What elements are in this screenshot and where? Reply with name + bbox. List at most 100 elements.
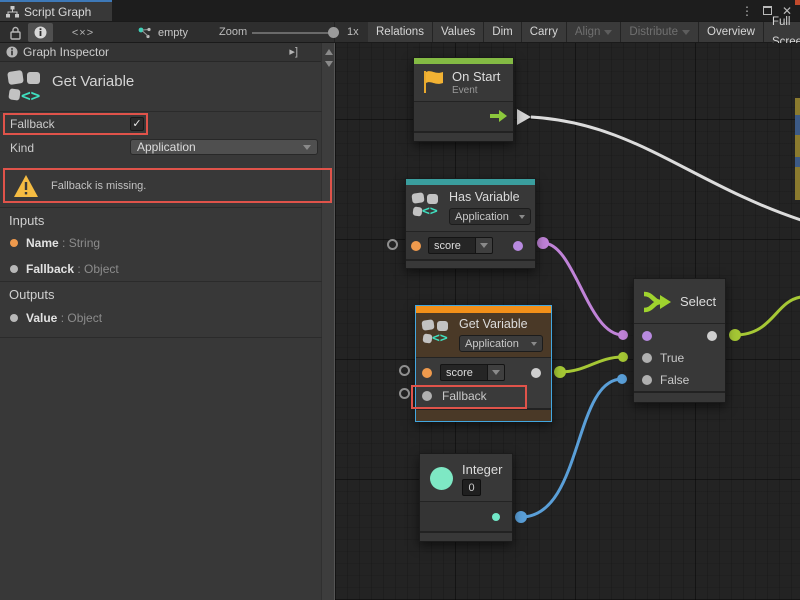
node-subtitle: Event (452, 85, 478, 96)
flow-arrowhead (517, 109, 531, 125)
variable-kind-dropdown[interactable]: Application (459, 335, 543, 352)
integer-type-icon (430, 467, 453, 490)
inputs-header: Inputs (9, 213, 44, 228)
node-select[interactable]: Select True False (633, 278, 726, 403)
tab-script-graph[interactable]: Script Graph (0, 0, 112, 21)
name-input-port[interactable] (411, 241, 421, 251)
node-title: Get Variable (459, 317, 528, 331)
variable-icon: <> (412, 192, 444, 226)
true-input-port[interactable] (642, 353, 652, 363)
warning-text: Fallback is missing. (51, 180, 146, 192)
variable-name-combo[interactable]: score (440, 364, 505, 381)
variable-icon: <> (422, 319, 454, 353)
variables-colorbar (416, 306, 551, 313)
kind-label: Kind (10, 141, 34, 155)
zoom-slider-handle[interactable] (328, 27, 339, 38)
port-dot (10, 239, 18, 247)
align-button: Align (567, 22, 622, 42)
graph-reference[interactable]: empty (138, 22, 188, 43)
node-title: Has Variable (449, 190, 520, 204)
node-get-variable[interactable]: <> Get Variable Application score Fallba… (415, 305, 552, 422)
node-on-start[interactable]: On Start Event (413, 57, 514, 142)
graph-toolbar: <×> empty Zoom 1x Relations Values Dim C… (0, 21, 800, 43)
inspector-title: Graph Inspector (23, 45, 109, 59)
graph-inspector-panel: Graph Inspector ▸] <> Get Variable Fallb… (0, 43, 335, 600)
select-merge-icon (642, 288, 672, 316)
maximize-icon[interactable] (763, 6, 772, 15)
name-input-port[interactable] (422, 368, 432, 378)
selection-output-port[interactable] (707, 331, 717, 341)
zoom-label: Zoom (219, 26, 247, 38)
chevron-down-icon (682, 30, 690, 35)
unconnected-port-ring[interactable] (399, 365, 410, 376)
chevron-down-icon (519, 215, 525, 219)
inspected-unit-title: Get Variable (52, 73, 134, 90)
unconnected-port-ring[interactable] (387, 239, 398, 250)
distribute-button: Distribute (621, 22, 699, 42)
value-output-port[interactable] (531, 368, 541, 378)
warning-box: Fallback is missing. (3, 168, 332, 203)
relations-button[interactable]: Relations (368, 22, 433, 42)
flag-icon (423, 70, 445, 94)
warning-icon (13, 174, 39, 198)
node-integer[interactable]: Integer 0 (419, 453, 513, 542)
node-title: Select (680, 294, 716, 309)
info-icon (6, 46, 18, 58)
zoom-value: 1x (347, 26, 359, 38)
values-button[interactable]: Values (433, 22, 484, 42)
full-screen-button[interactable]: Full Screen (764, 22, 800, 42)
node-title: On Start (452, 69, 500, 84)
offscreen-node-sliver (795, 98, 800, 200)
window-menu-icon[interactable]: ⋮ (741, 4, 753, 18)
input-row-name: Name : String (10, 236, 100, 250)
inspector-toggle-button[interactable] (28, 23, 53, 42)
overview-button[interactable]: Overview (699, 22, 764, 42)
unconnected-port-ring[interactable] (399, 388, 410, 399)
script-graph-window: Script Graph ⋮ ✕ (0, 0, 800, 600)
input-row-fallback: Fallback : Object (10, 262, 119, 276)
connection-wires (335, 43, 800, 600)
variable-icon: <> (8, 69, 48, 115)
chevron-down-icon (303, 145, 311, 150)
scroll-down-icon[interactable] (325, 61, 333, 67)
true-port-label: True (660, 351, 684, 365)
zoom-slider-track[interactable] (252, 32, 332, 34)
lock-icon[interactable] (6, 23, 24, 42)
false-input-port[interactable] (642, 375, 652, 385)
inspector-scrollbar[interactable] (321, 43, 334, 600)
port-dot (10, 265, 18, 273)
bool-output-port[interactable] (513, 241, 523, 251)
flow-output-port[interactable] (490, 110, 507, 122)
outputs-header: Outputs (9, 287, 55, 302)
code-view-icon[interactable]: <×> (68, 23, 98, 42)
chevron-down-icon (604, 30, 612, 35)
condition-input-port[interactable] (642, 331, 652, 341)
node-has-variable[interactable]: <> Has Variable Application score (405, 178, 536, 269)
variable-name-combo[interactable]: score (428, 237, 493, 254)
dock-icon[interactable]: ▸] (289, 45, 298, 58)
dim-button[interactable]: Dim (484, 22, 521, 42)
integer-value-field[interactable]: 0 (462, 479, 481, 496)
node-title: Integer (462, 462, 502, 477)
info-icon (34, 26, 47, 39)
graph-ref-icon (138, 27, 153, 39)
fallback-option-label: Fallback (10, 117, 55, 131)
variable-kind-dropdown[interactable]: Application (449, 208, 531, 225)
carry-button[interactable]: Carry (522, 22, 567, 42)
chevron-down-icon (492, 370, 500, 375)
corner-indicator (795, 0, 800, 5)
chevron-down-icon (480, 243, 488, 248)
script-graph-icon (6, 6, 19, 18)
chevron-down-icon (531, 342, 537, 346)
kind-dropdown[interactable]: Application (130, 139, 318, 155)
port-dot (10, 314, 18, 322)
fallback-error-highlight (411, 385, 527, 409)
inspector-header: Graph Inspector ▸] (0, 43, 322, 62)
title-bar: Script Graph ⋮ ✕ (0, 0, 800, 21)
fallback-checkbox[interactable]: ✓ (130, 117, 144, 131)
graph-canvas[interactable]: On Start Event <> Has Variable (335, 43, 800, 600)
int-output-port[interactable] (492, 513, 500, 521)
output-row-value: Value : Object (10, 311, 102, 325)
scroll-up-icon[interactable] (325, 49, 333, 55)
window-title: Script Graph (24, 5, 91, 19)
